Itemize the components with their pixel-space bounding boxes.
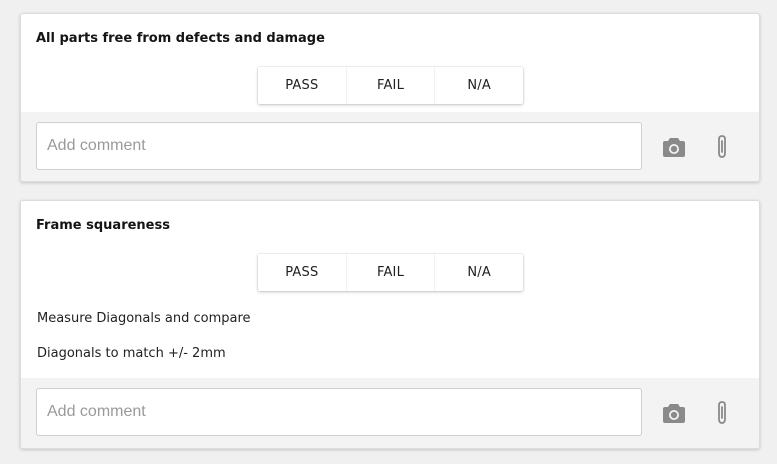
paperclip-icon[interactable] [709, 134, 735, 160]
item-title: Frame squareness [36, 218, 170, 233]
camera-icon[interactable] [661, 134, 687, 160]
comment-input[interactable] [36, 388, 642, 436]
fail-button[interactable]: FAIL [347, 67, 436, 104]
comment-input[interactable] [36, 122, 642, 170]
comment-bar [21, 378, 759, 448]
na-button[interactable]: N/A [435, 67, 523, 104]
instruction-note: Diagonals to match +/- 2mm [37, 346, 226, 361]
checklist-item-card: Frame squareness PASS FAIL N/A Measure D… [20, 200, 760, 449]
pass-button[interactable]: PASS [258, 254, 347, 291]
checklist-item-card: All parts free from defects and damage P… [20, 13, 760, 182]
item-title: All parts free from defects and damage [36, 31, 325, 46]
na-button[interactable]: N/A [435, 254, 523, 291]
fail-button[interactable]: FAIL [347, 254, 436, 291]
instruction-note: Measure Diagonals and compare [37, 311, 251, 326]
paperclip-icon[interactable] [709, 400, 735, 426]
camera-icon[interactable] [661, 400, 687, 426]
pass-button[interactable]: PASS [258, 67, 347, 104]
pass-fail-na-group: PASS FAIL N/A [258, 67, 523, 104]
pass-fail-na-group: PASS FAIL N/A [258, 254, 523, 291]
comment-bar [21, 112, 759, 181]
